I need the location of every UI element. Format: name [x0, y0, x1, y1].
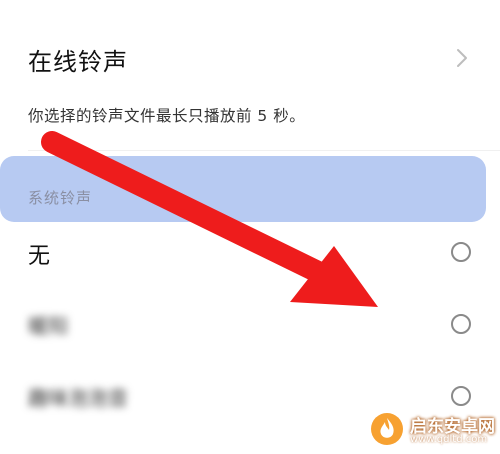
system-ringtone-section-header: 系统铃声	[0, 156, 486, 222]
watermark-url: www.qdltd.com	[410, 434, 488, 445]
divider	[28, 150, 500, 151]
flame-logo-icon	[371, 413, 403, 445]
ringtone-length-hint: 你选择的铃声文件最长只播放前 5 秒。	[28, 107, 306, 125]
radio-button[interactable]	[451, 314, 471, 334]
ringtone-option-label: 无	[28, 244, 51, 269]
watermark: 启东安卓网 www.qdltd.com	[370, 410, 500, 450]
ringtone-option-label: 趣味泡泡音	[28, 386, 128, 410]
ringtone-settings-screen: 在线铃声 你选择的铃声文件最长只播放前 5 秒。 系统铃声 无 暖阳 趣味泡泡音…	[0, 0, 500, 454]
radio-button[interactable]	[451, 386, 471, 406]
section-title: 系统铃声	[28, 189, 93, 207]
online-ringtone-label: 在线铃声	[28, 48, 128, 76]
chevron-right-icon	[457, 49, 467, 67]
ringtone-option-label: 暖阳	[28, 314, 68, 338]
online-ringtone-row[interactable]: 在线铃声	[0, 28, 500, 88]
ringtone-option-2[interactable]: 暖阳	[0, 294, 500, 356]
radio-button[interactable]	[451, 242, 471, 262]
ringtone-option-none[interactable]: 无	[0, 222, 500, 284]
